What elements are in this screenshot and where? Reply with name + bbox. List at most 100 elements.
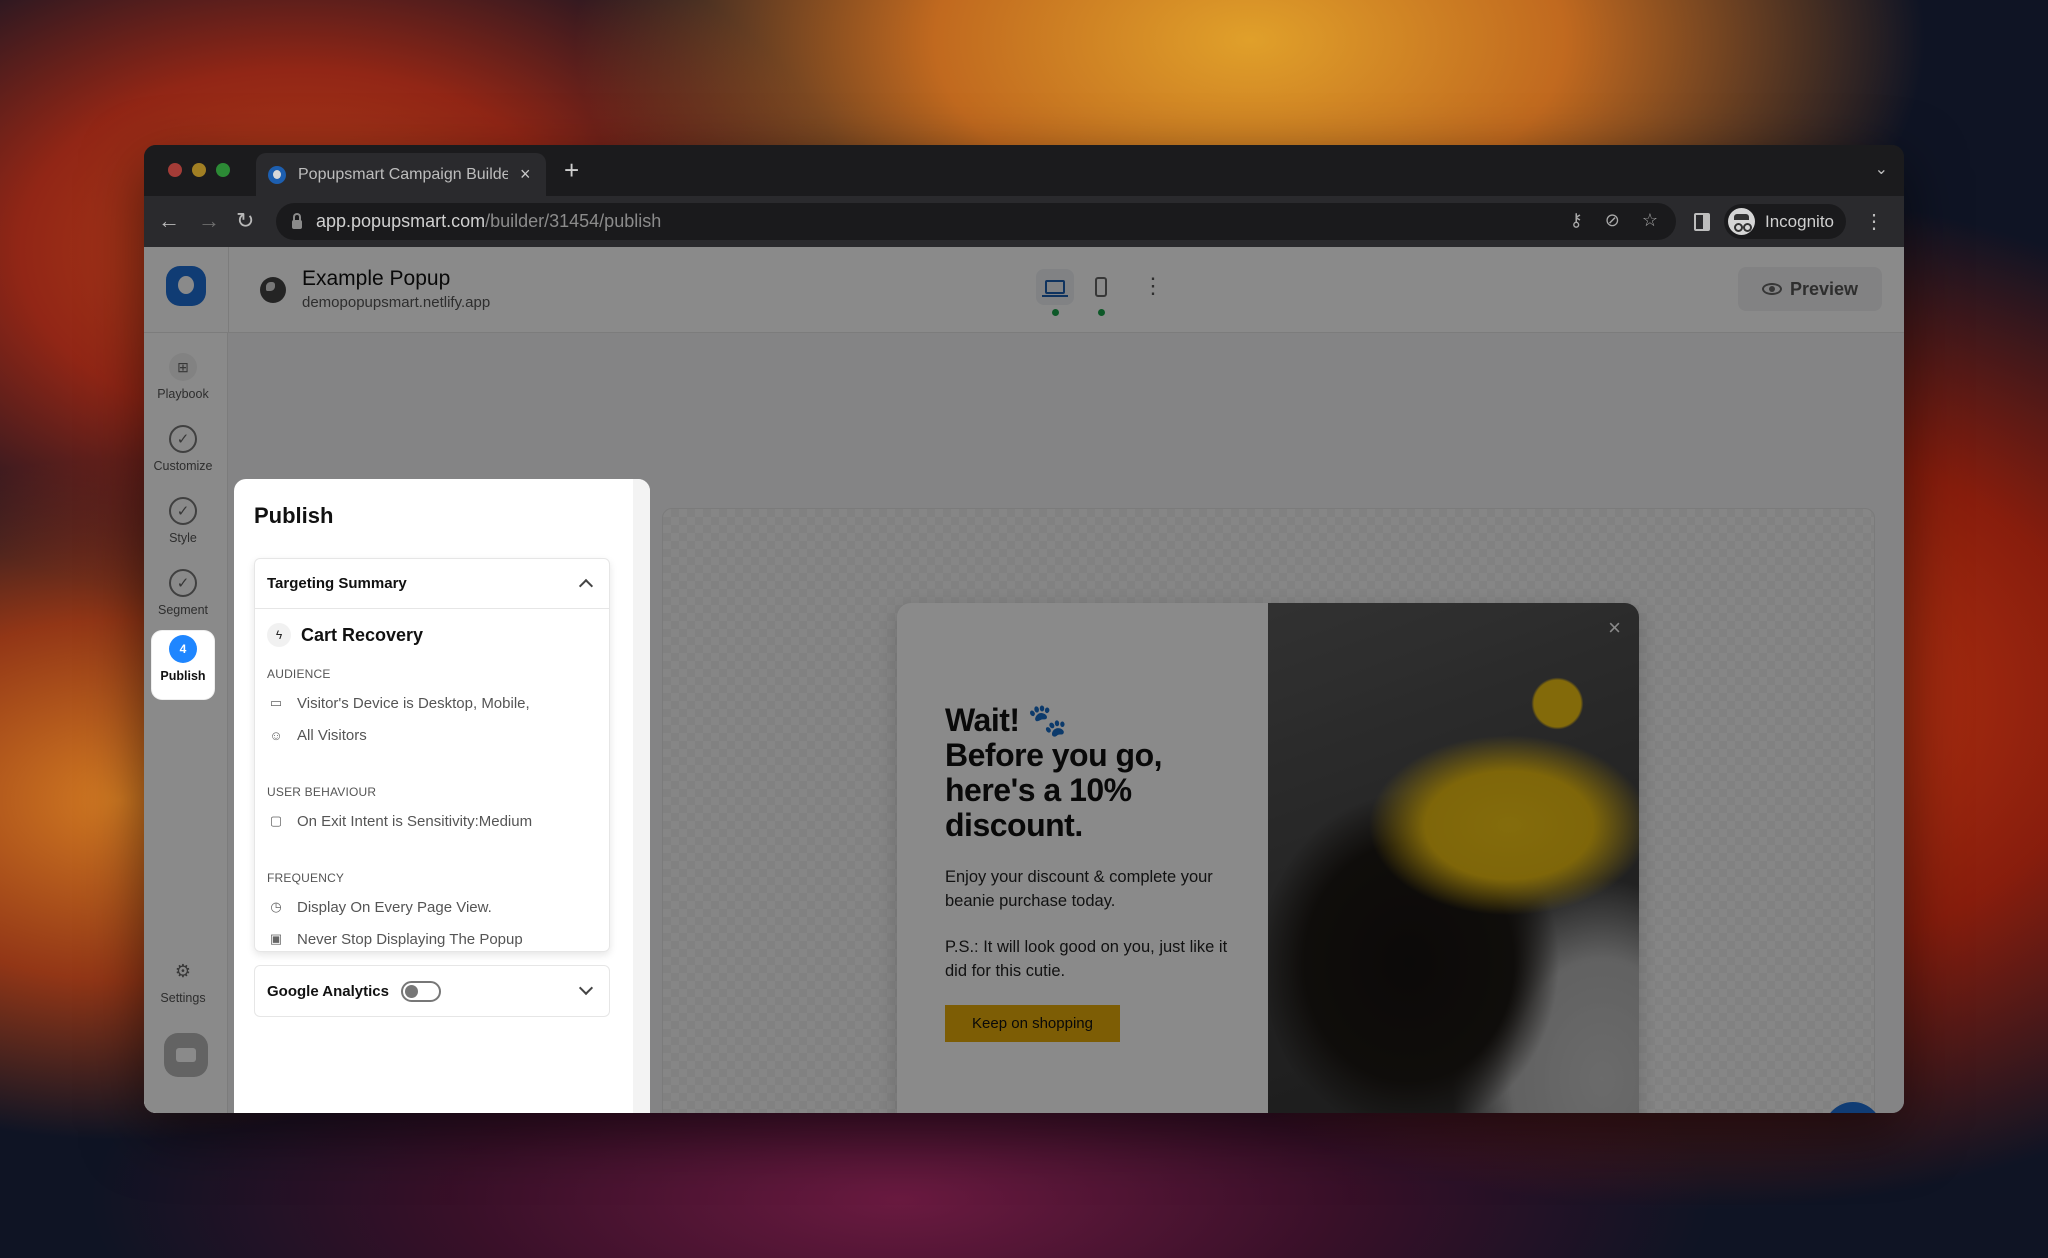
keep-shopping-button[interactable]: Keep on shopping [945,1005,1120,1042]
browser-tab[interactable]: Popupsmart Campaign Builder × [256,153,546,196]
popupsmart-favicon-icon [268,165,286,184]
popup-ps-text: P.S.: It will look good on you, just lik… [945,938,1228,980]
pug-beanie-image [1268,603,1639,1113]
sidebar-item-customize[interactable]: ✓ Customize [152,421,214,487]
new-tab-button[interactable]: + [564,155,579,186]
rule-text: On Exit Intent is Sensitivity:Medium [297,812,533,830]
popup-heading-line2: Before you go, here's a 10% discount. [945,737,1163,843]
tab-title: Popupsmart Campaign Builder [298,165,508,183]
url-path: /builder/31454/publish [485,211,662,231]
rule-text: All Visitors [297,726,367,744]
sidebar-item-label: Settings [160,991,206,1005]
globe-icon [260,277,286,303]
targeting-summary-card: Targeting Summary ϟ Cart Recovery AUDIEN… [254,558,610,952]
laptop-icon [1042,280,1068,297]
history-icon: ◷ [270,899,282,914]
check-circle-icon: ✓ [169,425,197,453]
google-analytics-card[interactable]: Google Analytics [254,965,610,1017]
tab-search-chevron-icon[interactable]: ⌄ [1875,159,1888,179]
password-key-icon[interactable]: ⚷ [1570,210,1583,231]
sidebar-item-label: Customize [153,459,213,473]
device-icon: ▭ [269,695,283,710]
rule-item: ☺ All Visitors [255,719,609,751]
check-circle-icon: ✓ [169,497,197,525]
tracking-protection-eye-off-icon[interactable]: ⊘ [1605,210,1620,231]
briefcase-icon[interactable] [164,1033,208,1077]
bookmark-star-icon[interactable]: ☆ [1642,210,1658,231]
maximize-window-button[interactable] [216,163,230,177]
url-host: app.popupsmart.com [316,211,486,231]
google-analytics-toggle[interactable] [400,980,441,1002]
popup-heading: Wait! 🐾 Before you go, here's a 10% disc… [945,703,1245,843]
tab-bar: Popupsmart Campaign Builder × + ⌄ [144,145,1904,196]
popup-heading-line1: Wait! 🐾 [945,702,1068,738]
section-label-frequency: FREQUENCY [267,871,345,885]
targeting-summary-title: Targeting Summary [267,575,407,592]
panel-scrollbar[interactable] [633,479,650,1113]
section-label-audience: AUDIENCE [267,667,331,681]
popup-body-text: Enjoy your discount & complete your bean… [945,868,1213,910]
back-button[interactable]: ← [158,208,180,234]
incognito-icon [1728,208,1755,235]
bolt-icon: ϟ [267,623,291,647]
popup-close-icon[interactable]: × [1608,615,1621,641]
sidebar-item-segment[interactable]: ✓ Segment [152,565,214,631]
rule-text: Never Stop Displaying The Popup [297,930,523,948]
chevron-down-icon[interactable] [578,980,594,996]
more-options-icon[interactable]: ⋮ [1142,273,1164,299]
sidebar-item-label: Publish [160,669,206,683]
sidebar-item-publish[interactable]: 4 Publish [152,631,214,699]
incognito-profile-button[interactable]: Incognito [1724,204,1846,239]
desktop-enabled-indicator [1052,309,1059,316]
eye-icon [1761,283,1782,295]
popup-preview: Wait! 🐾 Before you go, here's a 10% disc… [897,603,1639,1113]
step-number-badge: 4 [169,635,197,663]
sidebar-item-label: Playbook [157,387,209,401]
lock-icon [292,213,302,229]
gear-icon: ⚙ [174,960,192,981]
sidebar-item-label: Style [169,531,197,545]
browser-window: Popupsmart Campaign Builder × + ⌄ ← → ↻ … [144,145,1904,1113]
reload-button[interactable]: ↻ [236,208,254,234]
rule-item: ▣ Never Stop Displaying The Popup [255,923,609,955]
forward-button[interactable]: → [198,208,220,234]
close-window-button[interactable] [168,163,182,177]
google-analytics-label: Google Analytics [267,982,389,1000]
header-divider [228,247,229,333]
sidebar-item-label: Segment [157,603,209,617]
minimize-window-button[interactable] [192,163,206,177]
desktop-view-button[interactable] [1036,269,1074,305]
campaign-type: Cart Recovery [301,624,424,645]
rule-item: ▢ On Exit Intent is Sensitivity:Medium [255,805,609,837]
grid-icon: ⊞ [169,353,197,381]
popupsmart-logo[interactable] [166,266,206,306]
screen-terminal-icon: ▣ [269,931,283,946]
campaign-name[interactable]: Example Popup [302,267,450,291]
rule-item: ◷ Display On Every Page View. [255,891,609,923]
rule-text: Visitor's Device is Desktop, Mobile, [297,694,530,712]
sidebar-item-style[interactable]: ✓ Style [152,493,214,559]
navigation-bar: ← → ↻ app.popupsmart.com /builder/31454/… [144,196,1904,247]
popupsmart-builder: Example Popup demopopupsmart.netlify.app… [144,247,1904,1113]
browser-menu-icon[interactable]: ⋮ [1864,209,1884,234]
targeting-summary-header[interactable]: Targeting Summary [255,559,609,609]
address-bar[interactable]: app.popupsmart.com /builder/31454/publis… [276,203,1676,240]
section-label-user-behaviour: USER BEHAVIOUR [267,785,377,799]
tab-close-icon[interactable]: × [520,164,531,185]
steps-sidebar: ⊞ Playbook ✓ Customize ✓ Style ✓ Segment… [144,333,228,1113]
phone-icon [1095,277,1107,297]
users-icon: ☺ [269,727,283,743]
chevron-up-icon[interactable] [578,578,594,594]
check-circle-icon: ✓ [169,569,197,597]
mobile-view-button[interactable] [1082,269,1120,305]
side-panel-icon[interactable] [1694,212,1710,231]
mobile-enabled-indicator [1098,309,1105,316]
app-header: Example Popup demopopupsmart.netlify.app… [144,247,1904,333]
sidebar-item-playbook[interactable]: ⊞ Playbook [152,349,214,415]
website-domain: demopopupsmart.netlify.app [302,294,491,311]
preview-button[interactable]: Preview [1738,267,1882,311]
incognito-label: Incognito [1765,211,1834,231]
rule-item: ▭ Visitor's Device is Desktop, Mobile, [255,687,609,719]
sidebar-item-settings[interactable]: ⚙ Settings [152,953,214,1019]
preview-label: Preview [1789,278,1859,299]
